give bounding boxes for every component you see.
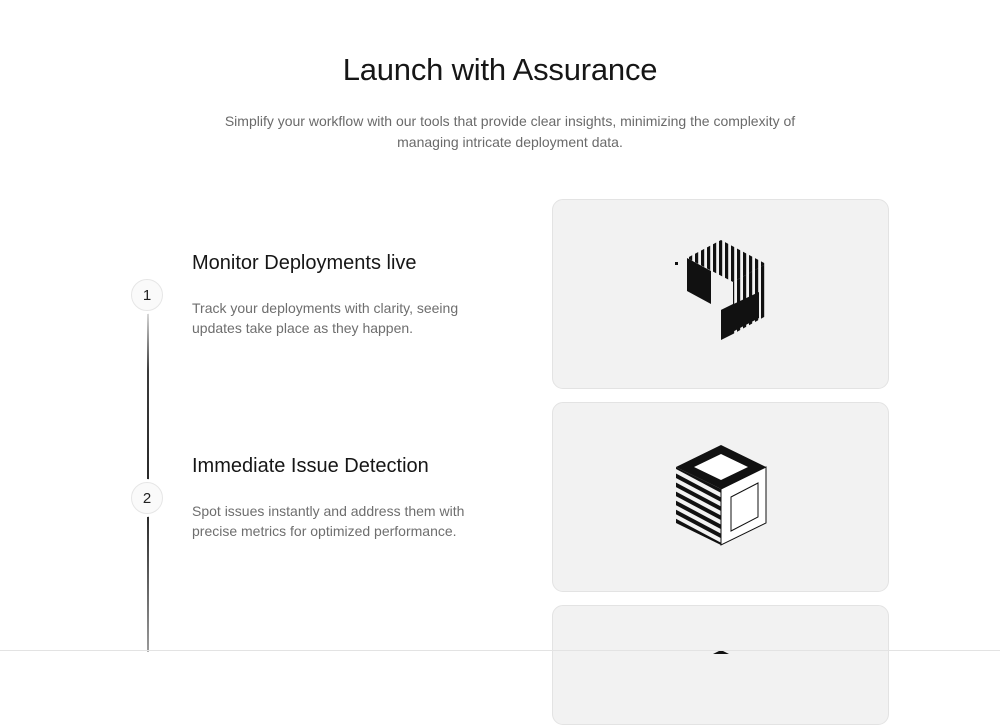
section-title: Launch with Assurance — [342, 52, 658, 87]
step-number-badge: 2 — [131, 482, 163, 514]
timeline-connector — [147, 515, 149, 652]
divider — [0, 650, 1000, 651]
step-number-badge: 1 — [131, 279, 163, 311]
step-title: Immediate Issue Detection — [192, 455, 429, 477]
feature-illustration-card — [552, 199, 889, 389]
timeline-connector — [147, 312, 149, 480]
step-description: Spot issues instantly and address them w… — [192, 503, 465, 539]
striped-cube-shell-icon — [675, 240, 766, 340]
open-cube-icon — [676, 445, 767, 546]
step-description: Track your deployments with clarity, see… — [192, 300, 459, 336]
feature-illustration-card — [552, 402, 889, 592]
step-title: Monitor Deployments live — [192, 252, 417, 274]
feature-illustration-card — [552, 605, 889, 725]
section-subtitle: Simplify your workflow with our tools th… — [224, 113, 796, 150]
